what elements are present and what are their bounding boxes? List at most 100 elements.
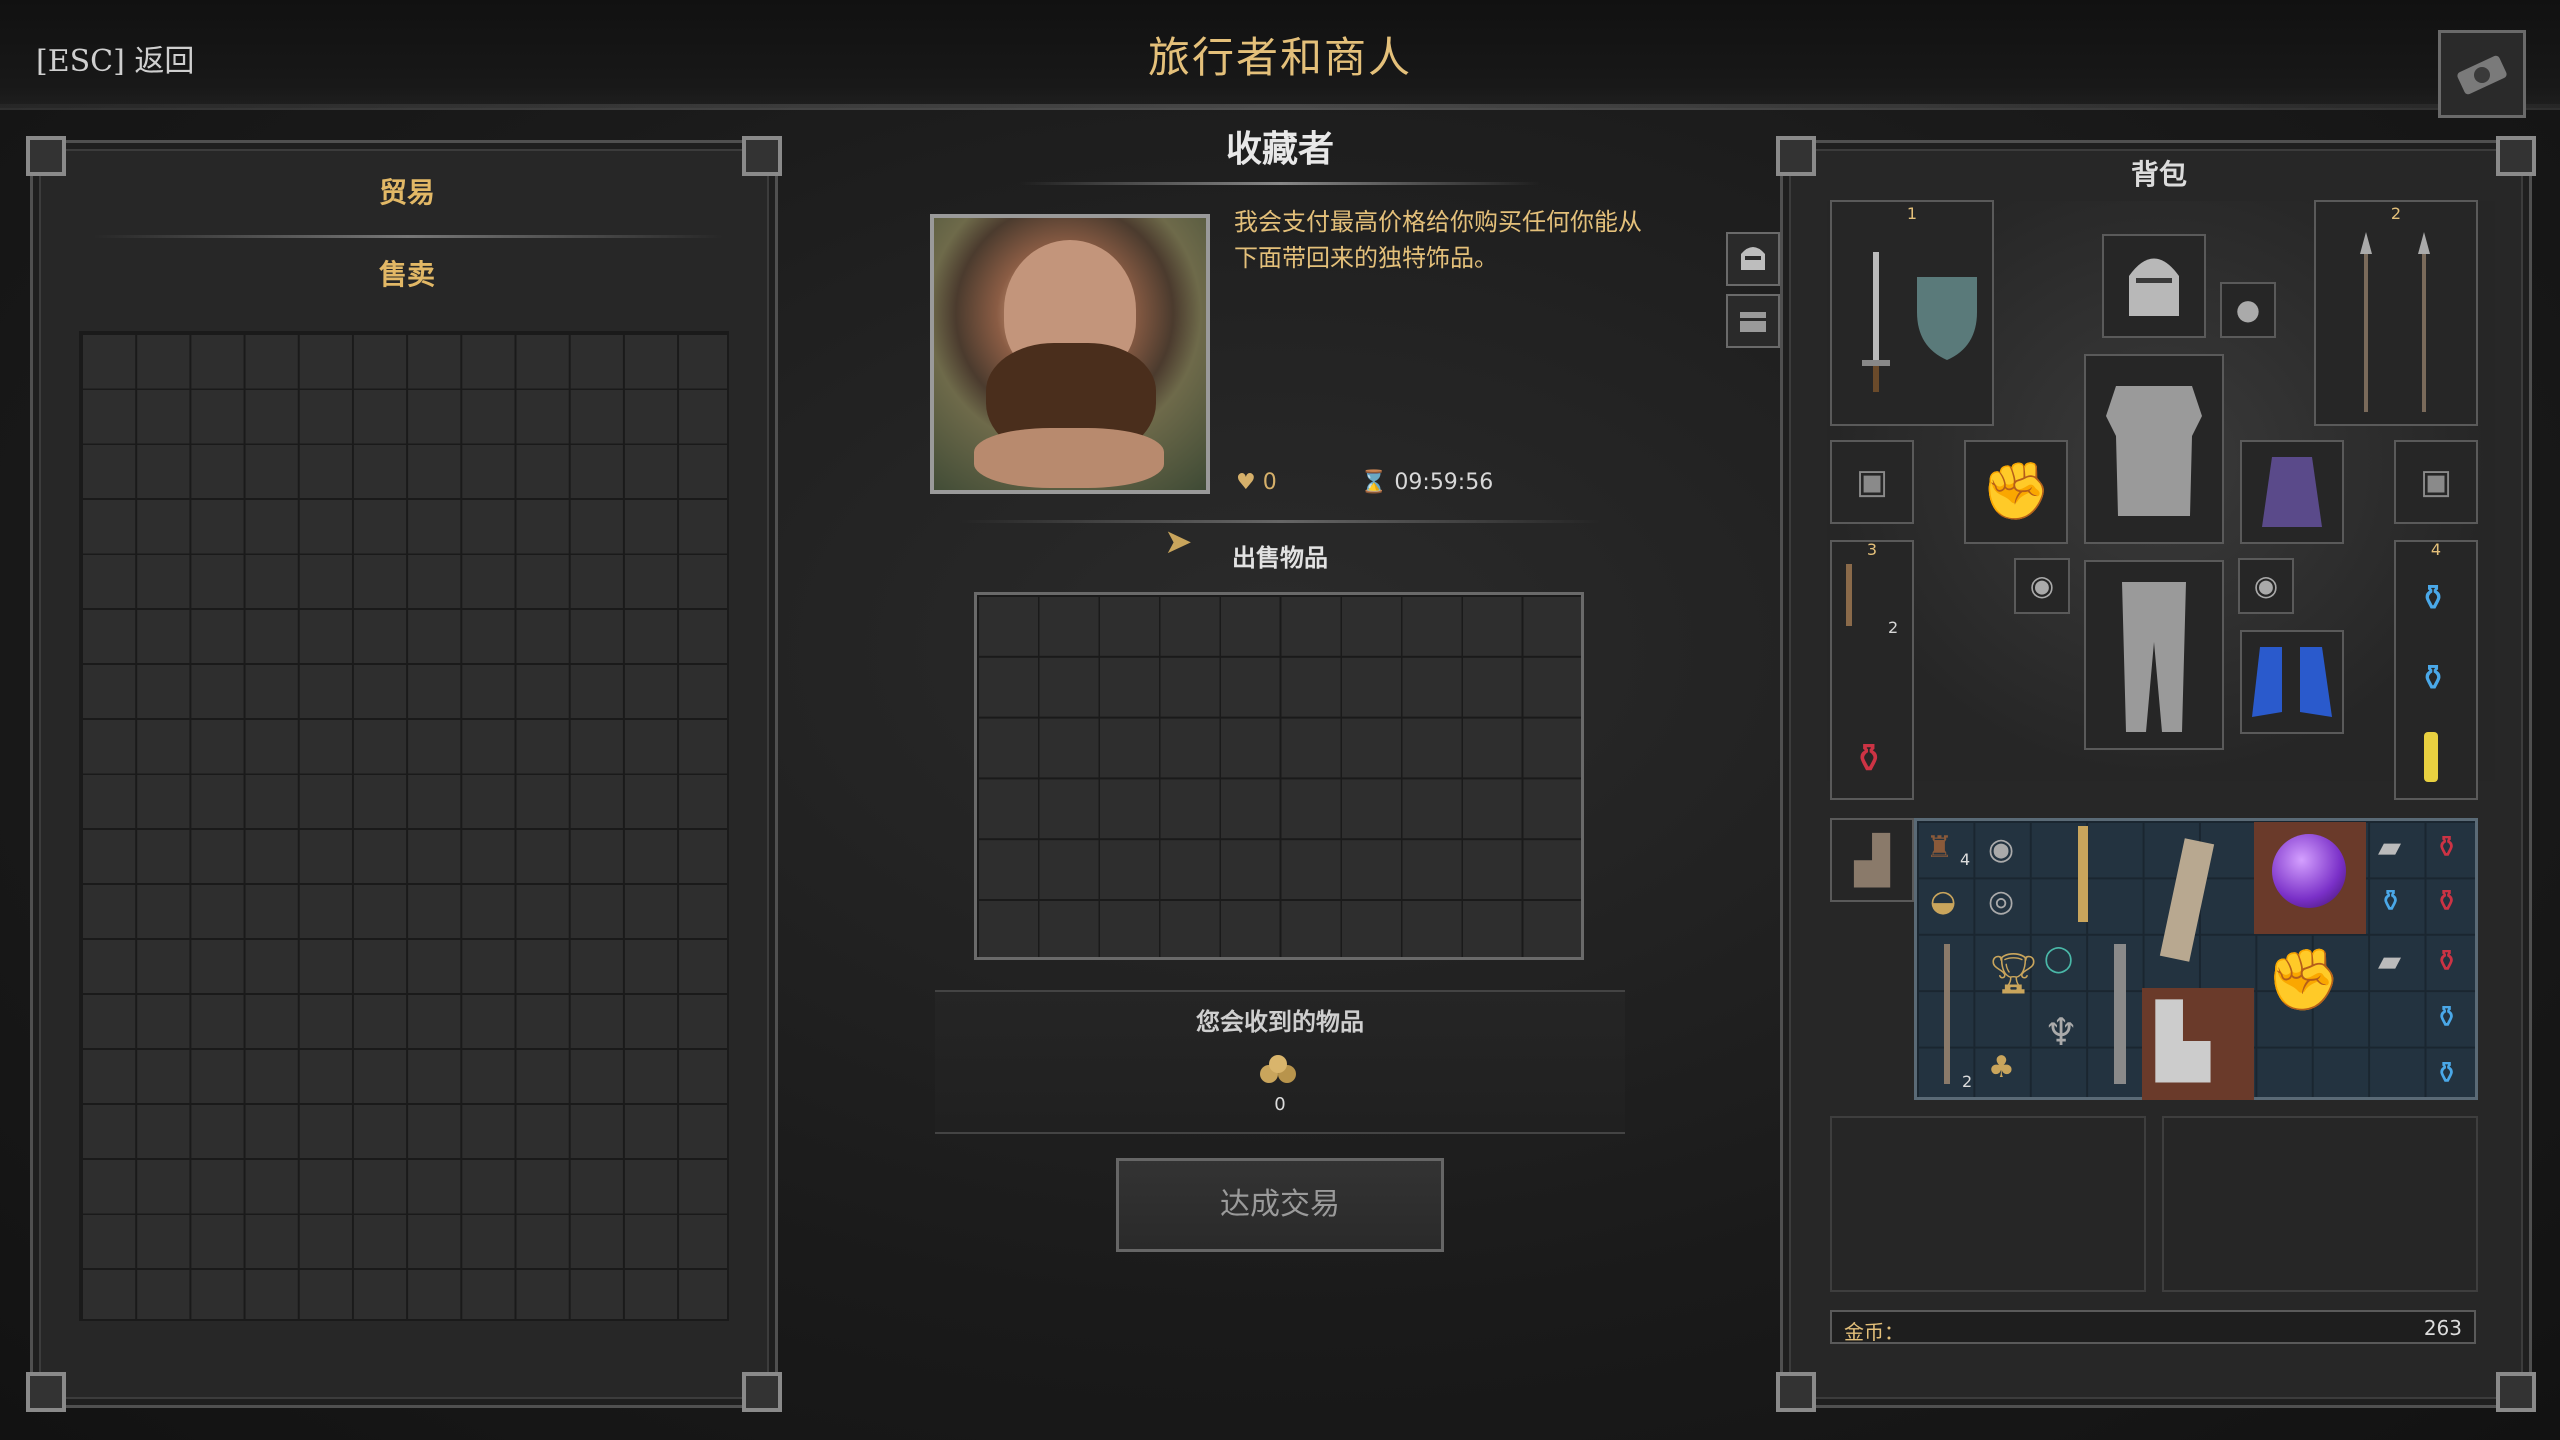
- weapon-set-1-slot[interactable]: 1: [1830, 200, 1994, 426]
- ring-item-icon[interactable]: ◉: [1988, 832, 2014, 867]
- amulet-icon: ●: [2235, 293, 2261, 326]
- timer-value: 09:59:56: [1394, 470, 1494, 495]
- panel-corner: [2496, 1372, 2536, 1412]
- compass-icon[interactable]: ◎: [1988, 884, 2014, 919]
- reputation-value: 0: [1262, 470, 1277, 495]
- greaves-icon: [2122, 582, 2186, 732]
- ring-slot-2[interactable]: ◉: [2238, 558, 2294, 614]
- top-bar-divider: [0, 104, 2560, 110]
- plate-armor-icon: [2106, 386, 2202, 516]
- health-potion-icon[interactable]: ⚱: [2434, 830, 2459, 865]
- slot-number: 3: [1866, 540, 1878, 559]
- receive-section: 您会收到的物品 0: [935, 990, 1625, 1134]
- cloak-slot[interactable]: [2240, 440, 2344, 544]
- crystal-orb-icon[interactable]: [2272, 834, 2346, 908]
- weapon-set-2-slot[interactable]: 2: [2314, 200, 2478, 426]
- mana-potion-icon: ⚱: [2418, 658, 2449, 699]
- sell-items-label: 出售物品: [1232, 544, 1328, 572]
- reputation-stat: ♥ 0: [1236, 470, 1277, 495]
- slot-number: 1: [1906, 204, 1918, 223]
- tab-sell[interactable]: 售卖: [33, 253, 781, 293]
- leather-gloves-icon[interactable]: ✊: [2266, 944, 2341, 1015]
- merchant-stock-grid[interactable]: [79, 331, 729, 1321]
- health-potion-icon[interactable]: ⚱: [2434, 884, 2459, 919]
- mana-potion-icon[interactable]: ⚱: [2434, 1056, 2459, 1091]
- spear-icon: [2360, 232, 2430, 412]
- panel-corner: [26, 1372, 66, 1412]
- health-potion-icon[interactable]: ⚱: [2434, 944, 2459, 979]
- bag-slot[interactable]: ▟: [1830, 818, 1914, 902]
- mana-potion-icon[interactable]: ⚱: [2434, 1000, 2459, 1035]
- quick-slots-right[interactable]: 4 ⚱ ⚱: [2394, 540, 2478, 800]
- hourglass-icon: ⌛: [1360, 470, 1388, 495]
- necklace-slot[interactable]: ●: [2220, 282, 2276, 338]
- boots-icon: [2252, 647, 2332, 717]
- portrait-hands: [974, 428, 1164, 488]
- panel-corner: [26, 136, 66, 176]
- legs-slot[interactable]: [2084, 560, 2224, 750]
- panel-corner: [742, 136, 782, 176]
- trade-panel: 贸易 售卖: [30, 140, 778, 1408]
- backpack-icon: ▟: [1854, 833, 1890, 887]
- helmet-icon: [1741, 247, 1765, 270]
- heart-icon: ♥: [1236, 470, 1256, 495]
- gold-nugget-icon[interactable]: ♣: [1988, 1050, 2015, 1085]
- arrow-icon: [1846, 564, 1852, 626]
- gold-label: 金币：: [1844, 1320, 1904, 1344]
- chalice-icon[interactable]: ♆: [2044, 1010, 2078, 1054]
- stash-tab-button[interactable]: [1726, 294, 1780, 348]
- tab-trade[interactable]: 贸易: [33, 171, 781, 211]
- pouch-icon[interactable]: ♜: [1926, 830, 1953, 865]
- hatchet-icon[interactable]: [2114, 944, 2126, 1084]
- ring-icon: ◉: [2029, 569, 2055, 602]
- sword-icon: [1862, 252, 1890, 392]
- mana-potion-icon: ⚱: [2418, 578, 2449, 619]
- gauntlets-icon: ✊: [1981, 459, 2051, 524]
- helmet-slot[interactable]: [2102, 234, 2206, 338]
- gold-value: 263: [2423, 1316, 2462, 1340]
- bandage-icon[interactable]: ▰: [2378, 830, 2401, 865]
- candlestick-icon[interactable]: [2078, 826, 2088, 922]
- slot-number: 4: [2430, 540, 2442, 559]
- armor-piece-icon: ▣: [1855, 462, 1889, 502]
- gloves-slot[interactable]: ✊: [1964, 440, 2068, 544]
- panel-corner: [742, 1372, 782, 1412]
- ring-icon: ◉: [2253, 569, 2279, 602]
- chest-armor-slot[interactable]: [2084, 354, 2224, 544]
- backpack-title: 背包: [2130, 158, 2187, 191]
- plate-icon[interactable]: ◒: [1930, 884, 1956, 919]
- arrow-bundle-icon[interactable]: [1944, 944, 1950, 1084]
- mana-potion-icon[interactable]: ⚱: [2378, 884, 2403, 919]
- knight-helmet-icon: [2129, 258, 2179, 316]
- belt-slot-left[interactable]: ▣: [1830, 440, 1914, 524]
- ring-slot-1[interactable]: ◉: [2014, 558, 2070, 614]
- belt-slot-right[interactable]: ▣: [2394, 440, 2478, 524]
- boots-slot[interactable]: [2240, 630, 2344, 734]
- shield-icon: [1917, 277, 1977, 360]
- cloak-icon: [2262, 457, 2322, 527]
- goblet-icon[interactable]: 🏆︎: [1988, 950, 2039, 997]
- stack-count: 2: [1962, 1072, 1973, 1091]
- stack-count: 2: [1888, 618, 1899, 637]
- extra-bag-slot-right[interactable]: [2162, 1116, 2478, 1292]
- sell-items-grid[interactable]: [974, 592, 1584, 960]
- bracelet-icon[interactable]: ◯: [2044, 944, 2073, 974]
- panel-corner: [1776, 1372, 1816, 1412]
- receive-value: 0: [1274, 1094, 1286, 1115]
- camera-icon: [2457, 55, 2507, 95]
- camera-button[interactable]: [2438, 30, 2526, 118]
- extra-bag-slot-left[interactable]: [1830, 1116, 2146, 1292]
- equipment-tab-button[interactable]: [1726, 232, 1780, 286]
- coin-pile-icon: [1260, 1055, 1296, 1083]
- chest-icon: [1740, 312, 1766, 332]
- confirm-trade-button[interactable]: 达成交易: [1116, 1158, 1444, 1252]
- panel-corner: [2496, 136, 2536, 176]
- quick-slots-left[interactable]: 3 2 ⚱: [1830, 540, 1914, 800]
- receive-label: 您会收到的物品: [1196, 1008, 1364, 1036]
- merchant-name: 收藏者: [1225, 129, 1334, 170]
- yellow-vial-icon: [2424, 732, 2438, 782]
- merchant-portrait: [930, 214, 1210, 494]
- bandage-icon[interactable]: ▰: [2378, 944, 2401, 979]
- leather-boots-icon[interactable]: ▙: [2156, 1000, 2210, 1082]
- stack-count: 4: [1960, 850, 1971, 869]
